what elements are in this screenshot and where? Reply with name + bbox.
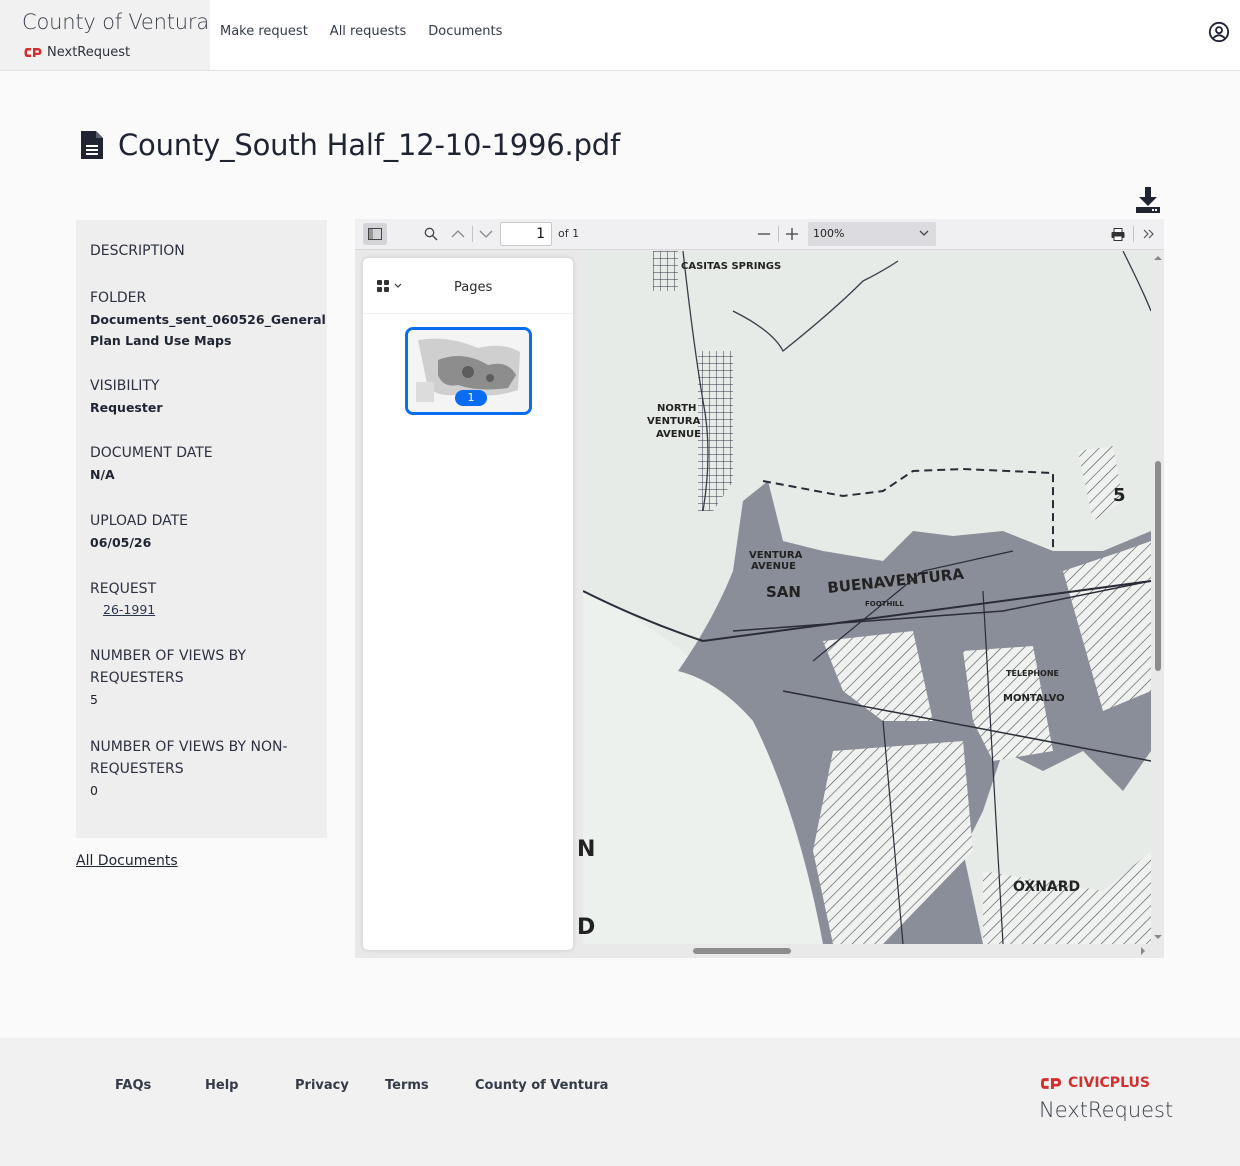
map-label-foothill: FOOTHILL bbox=[865, 600, 904, 608]
footer-link-terms[interactable]: Terms bbox=[385, 1078, 475, 1093]
toolbar-divider bbox=[778, 226, 779, 242]
map-label-five: 5 bbox=[1113, 485, 1126, 506]
visibility-field: VISIBILITY Requester bbox=[90, 375, 315, 418]
request-link[interactable]: 26-1991 bbox=[103, 600, 315, 620]
folder-field: FOLDER Documents_sent_060526_General Pla… bbox=[90, 287, 326, 351]
visibility-value: Requester bbox=[90, 400, 163, 415]
civicplus-text: CIVICPLUS bbox=[1068, 1075, 1150, 1091]
land-use-map-image: CASITAS SPRINGS NORTH VENTURA AVENUE VEN… bbox=[583, 251, 1151, 944]
vertical-scrollbar[interactable] bbox=[1152, 251, 1164, 944]
zoom-select[interactable]: 100% bbox=[808, 222, 936, 246]
document-date-field: DOCUMENT DATE N/A bbox=[90, 442, 315, 485]
document-title: County_South Half_12-10-1996.pdf bbox=[118, 128, 621, 162]
map-edge-letter-d: D bbox=[577, 915, 596, 940]
request-field: REQUEST 26-1991 bbox=[90, 578, 315, 620]
nextrequest-logo-icon bbox=[24, 48, 42, 57]
page-number-input[interactable]: 1 bbox=[500, 222, 552, 246]
more-tools-icon[interactable] bbox=[1137, 223, 1161, 245]
map-label-north-3: AVENUE bbox=[656, 429, 701, 440]
product-brand: NextRequest bbox=[24, 45, 130, 60]
description-field: DESCRIPTION bbox=[90, 240, 315, 262]
horizontal-scrollbar[interactable] bbox=[583, 945, 1164, 958]
civicplus-logo: CIVICPLUS bbox=[1040, 1075, 1150, 1091]
visibility-label: VISIBILITY bbox=[90, 378, 160, 394]
pages-label: Pages bbox=[454, 280, 493, 295]
map-label-montalvo: MONTALVO bbox=[1003, 693, 1065, 704]
map-label-telephone: TELEPHONE bbox=[1006, 669, 1059, 678]
document-details-panel: DESCRIPTION FOLDER Documents_sent_060526… bbox=[76, 220, 327, 838]
toolbar-divider bbox=[472, 226, 473, 242]
views-requesters-label-2: REQUESTERS bbox=[90, 670, 184, 686]
map-label-casitas: CASITAS SPRINGS bbox=[681, 261, 781, 272]
toolbar-divider bbox=[1133, 226, 1134, 242]
pdf-page-map[interactable]: CASITAS SPRINGS NORTH VENTURA AVENUE VEN… bbox=[583, 251, 1151, 944]
views-requesters-label-1: NUMBER OF VIEWS BY bbox=[90, 648, 247, 664]
nav-all-requests[interactable]: All requests bbox=[330, 24, 406, 39]
map-edge-letter-n: N bbox=[577, 837, 596, 862]
sidebar-toggle-icon[interactable] bbox=[363, 223, 387, 245]
views-nonrequesters-value: 0 bbox=[90, 783, 98, 798]
next-page-icon[interactable] bbox=[474, 223, 498, 245]
thumbnail-page-number: 1 bbox=[455, 390, 487, 406]
map-label-north-2: VENTURA bbox=[647, 416, 701, 427]
all-documents-link[interactable]: All Documents bbox=[76, 853, 178, 869]
footer-link-help[interactable]: Help bbox=[205, 1078, 295, 1093]
map-label-north-1: NORTH bbox=[657, 403, 696, 414]
footer-link-county[interactable]: County of Ventura bbox=[475, 1078, 608, 1093]
top-navigation-bar: County of Ventura NextRequest Make reque… bbox=[0, 0, 1240, 71]
views-requesters-value: 5 bbox=[90, 692, 98, 707]
map-label-ventura-ave-1: VENTURA bbox=[749, 550, 803, 561]
user-circle-icon[interactable] bbox=[1208, 21, 1230, 43]
views-requesters-field: NUMBER OF VIEWS BY REQUESTERS 5 bbox=[90, 645, 315, 710]
print-icon[interactable] bbox=[1106, 223, 1130, 245]
map-label-oxnard: OXNARD bbox=[1013, 879, 1080, 895]
download-icon[interactable] bbox=[1134, 186, 1162, 214]
pdf-toolbar: 1 of 1 100% bbox=[355, 219, 1164, 250]
zoom-value: 100% bbox=[813, 227, 845, 240]
horizontal-scrollbar-thumb[interactable] bbox=[693, 948, 791, 954]
page-count: of 1 bbox=[558, 227, 580, 240]
footer-link-privacy[interactable]: Privacy bbox=[295, 1078, 385, 1093]
folder-value-line1: Documents_sent_060526_General bbox=[90, 312, 326, 327]
upload-date-field: UPLOAD DATE 06/05/26 bbox=[90, 510, 315, 553]
request-label: REQUEST bbox=[90, 581, 157, 597]
footer-links: FAQs Help Privacy Terms County of Ventur… bbox=[115, 1078, 608, 1093]
map-label-san: SAN bbox=[766, 583, 801, 601]
search-icon[interactable] bbox=[419, 223, 443, 245]
brand-block[interactable]: County of Ventura NextRequest bbox=[0, 0, 210, 70]
previous-page-icon[interactable] bbox=[446, 223, 470, 245]
file-text-icon bbox=[81, 131, 103, 159]
product-name: NextRequest bbox=[47, 45, 131, 60]
zoom-out-icon[interactable] bbox=[752, 223, 776, 245]
upload-date-value: 06/05/26 bbox=[90, 535, 152, 550]
folder-value-line2: Plan Land Use Maps bbox=[90, 333, 232, 348]
document-date-value: N/A bbox=[90, 467, 115, 482]
views-nonrequesters-label-2: REQUESTERS bbox=[90, 761, 184, 777]
grid-view-icon[interactable] bbox=[377, 280, 403, 292]
upload-date-label: UPLOAD DATE bbox=[90, 513, 188, 529]
map-label-ventura-ave-2: AVENUE bbox=[751, 561, 796, 572]
description-label: DESCRIPTION bbox=[90, 243, 185, 259]
views-nonrequesters-label-1: NUMBER OF VIEWS BY NON- bbox=[90, 739, 288, 755]
footer: FAQs Help Privacy Terms County of Ventur… bbox=[0, 1038, 1240, 1166]
vertical-scrollbar-thumb[interactable] bbox=[1155, 461, 1161, 671]
chevron-down-icon bbox=[919, 222, 929, 246]
thumbnail-panel: Pages 1 bbox=[363, 258, 573, 950]
pdf-viewer: 1 of 1 100% Pages 1 CASITAS SPRINGS NORT… bbox=[355, 219, 1164, 958]
views-nonrequesters-field: NUMBER OF VIEWS BY NON- REQUESTERS 0 bbox=[90, 736, 315, 801]
thumbnail-panel-header: Pages bbox=[363, 258, 573, 314]
org-name: County of Ventura bbox=[22, 10, 209, 34]
nav-documents[interactable]: Documents bbox=[428, 24, 502, 39]
document-header: County_South Half_12-10-1996.pdf bbox=[80, 128, 620, 162]
civicplus-mark-icon bbox=[1040, 1077, 1062, 1089]
document-date-label: DOCUMENT DATE bbox=[90, 445, 213, 461]
footer-link-faqs[interactable]: FAQs bbox=[115, 1078, 205, 1093]
folder-label: FOLDER bbox=[90, 290, 147, 306]
footer-nextrequest: NextRequest bbox=[1039, 1098, 1174, 1122]
zoom-in-icon[interactable] bbox=[780, 223, 804, 245]
nav-make-request[interactable]: Make request bbox=[220, 24, 308, 39]
main-nav: Make request All requests Documents bbox=[220, 24, 502, 39]
page-thumbnail[interactable]: 1 bbox=[405, 327, 532, 415]
